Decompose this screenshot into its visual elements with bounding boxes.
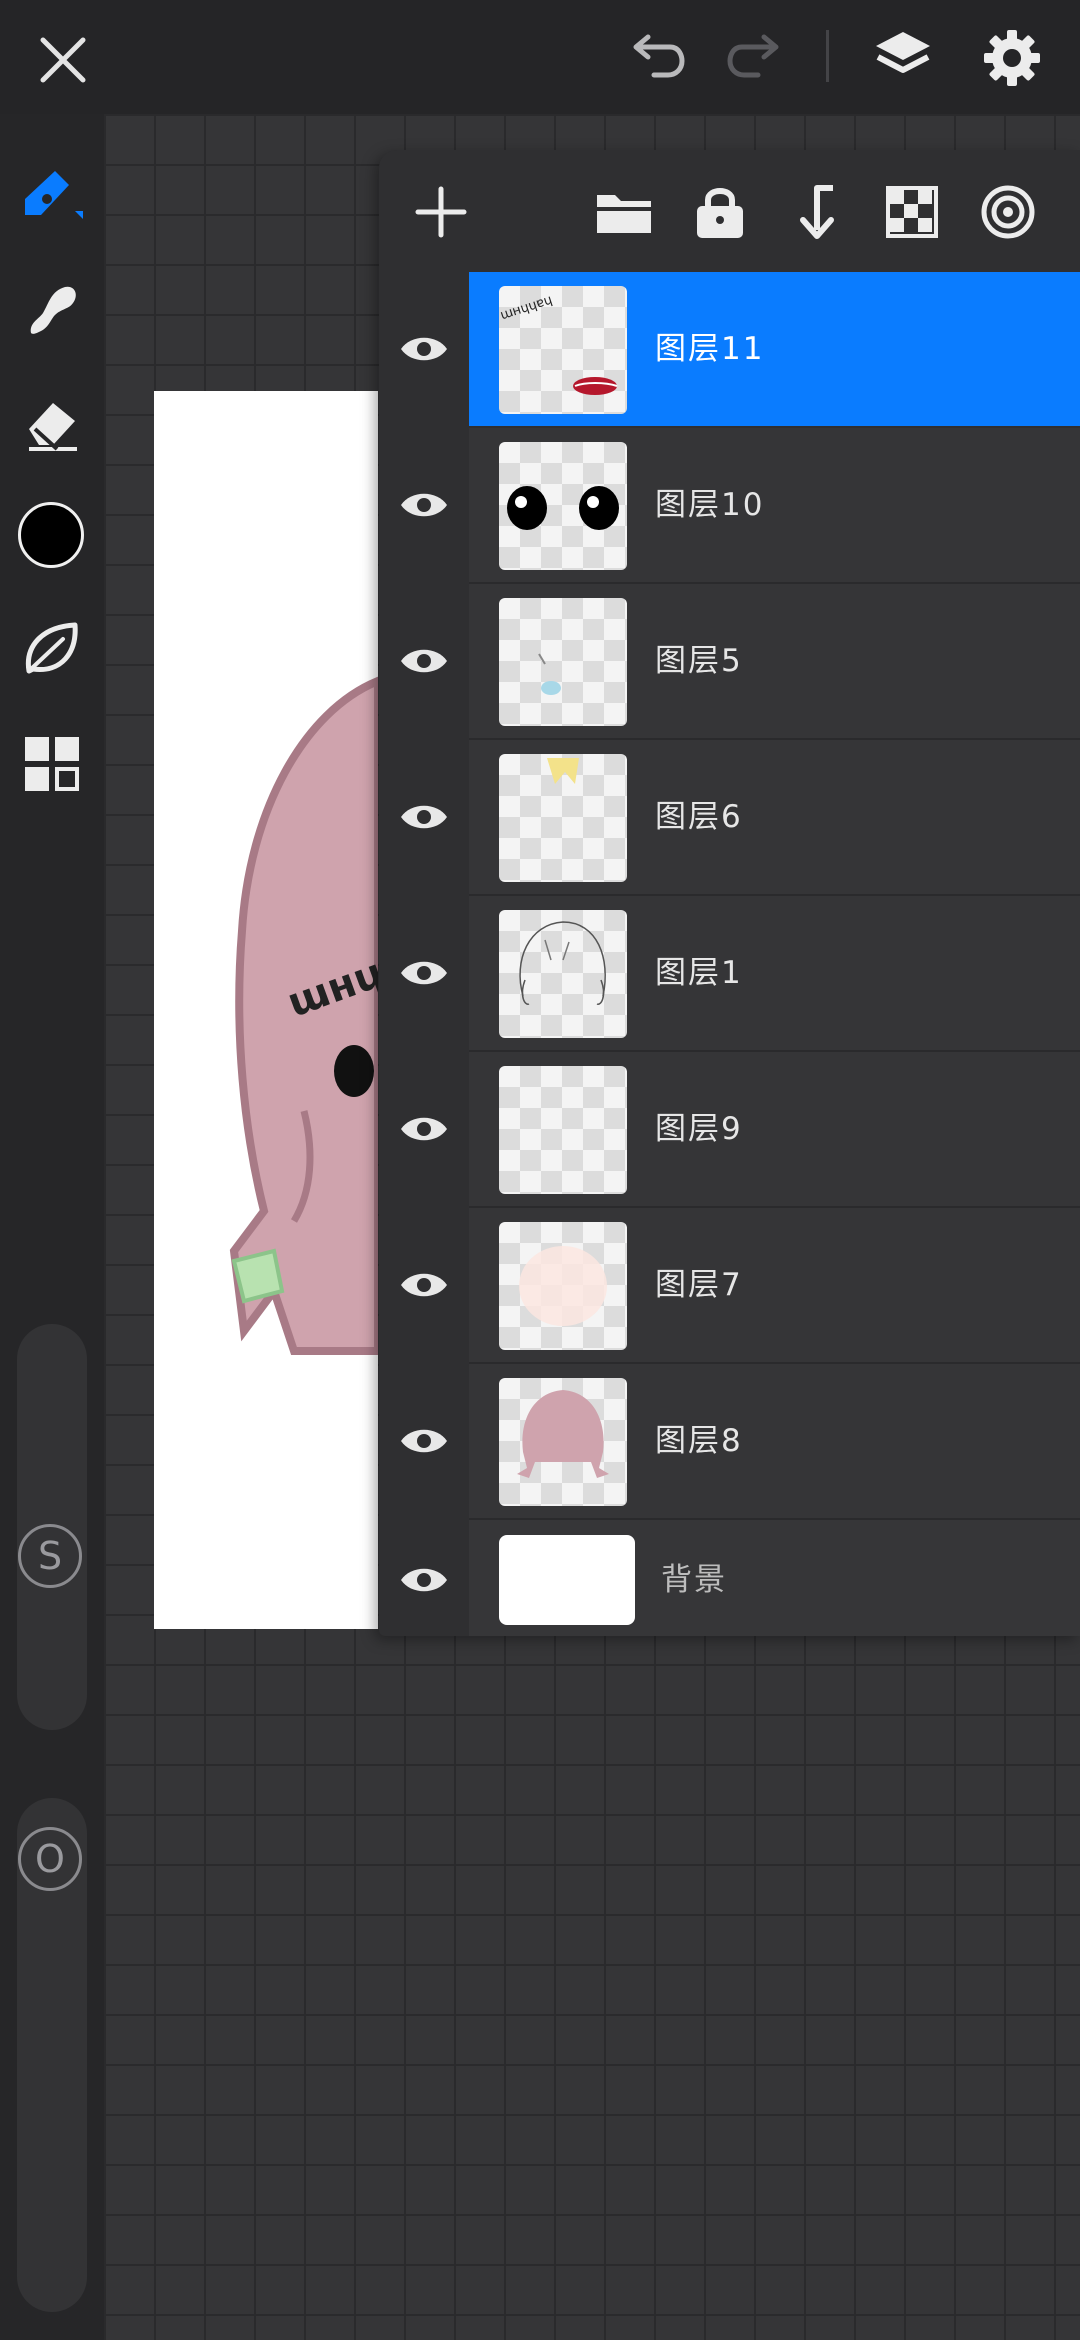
visibility-toggle[interactable]: [379, 428, 469, 582]
layer-thumbnail: [499, 1378, 627, 1506]
smudge-icon[interactable]: [14, 272, 90, 348]
layers-panel: ɯнɥɥɐɥ 图层11 图层10 图层5 图层6 图层1 图层9 图层7 图层8…: [379, 150, 1080, 1636]
redo-icon[interactable]: [720, 28, 792, 88]
merge-down-icon[interactable]: [784, 180, 848, 244]
layer-name: 图层11: [655, 331, 765, 367]
layer-thumbnail: [499, 754, 627, 882]
visibility-toggle[interactable]: [379, 896, 469, 1050]
artwork: [229, 676, 378, 1355]
size-slider-handle[interactable]: S: [18, 1524, 82, 1588]
visibility-toggle[interactable]: [379, 1208, 469, 1362]
visibility-toggle[interactable]: [379, 272, 469, 426]
visibility-toggle[interactable]: [379, 740, 469, 894]
lock-icon[interactable]: [688, 180, 752, 244]
checker-icon[interactable]: [880, 180, 944, 244]
layer-name: 图层10: [655, 487, 765, 523]
eraser-icon[interactable]: [14, 386, 90, 462]
eye-icon: [401, 1568, 447, 1592]
layer-name: 图层1: [655, 955, 743, 991]
layer-thumbnail: [499, 598, 627, 726]
plus-icon[interactable]: [409, 180, 473, 244]
layer-row[interactable]: 图层9: [379, 1052, 1080, 1208]
visibility-toggle[interactable]: [379, 1520, 469, 1636]
leaf-icon[interactable]: [14, 610, 90, 686]
layer-row[interactable]: 图层8: [379, 1364, 1080, 1520]
eye-icon: [401, 649, 447, 673]
eye-icon: [401, 1117, 447, 1141]
document-canvas[interactable]: ɯнɥɥɐɥ: [154, 391, 378, 1629]
eye-icon: [401, 337, 447, 361]
layers-panel-toolbar: [379, 150, 1080, 272]
layer-name: 背景: [661, 1562, 727, 1598]
brush-icon[interactable]: [14, 156, 90, 232]
visibility-toggle[interactable]: [379, 1364, 469, 1518]
layer-name: 图层9: [655, 1111, 743, 1147]
layer-thumbnail: [499, 1535, 635, 1625]
layer-row[interactable]: 图层5: [379, 584, 1080, 740]
visibility-toggle[interactable]: [379, 584, 469, 738]
eye-icon: [401, 1273, 447, 1297]
eye-icon: [401, 961, 447, 985]
layer-name: 图层7: [655, 1267, 743, 1303]
layer-name: 图层8: [655, 1423, 743, 1459]
target-icon[interactable]: [976, 180, 1040, 244]
opacity-slider-handle[interactable]: O: [18, 1827, 82, 1891]
grid-icon[interactable]: [14, 726, 90, 802]
top-toolbar: [0, 0, 1080, 114]
layer-name: 图层5: [655, 643, 743, 679]
eye-icon: [401, 805, 447, 829]
layers-icon[interactable]: [868, 22, 938, 92]
layer-thumbnail: [499, 910, 627, 1038]
color-swatch[interactable]: [18, 502, 84, 568]
tool-sidebar: S O: [0, 114, 104, 2340]
layer-thumbnail: [499, 1066, 627, 1194]
svg-text:ɯнɥɥɐɥ: ɯнɥɥɐɥ: [499, 293, 554, 324]
layer-row[interactable]: 图层10: [379, 428, 1080, 584]
topbar-divider: [826, 30, 829, 82]
layer-row[interactable]: ɯнɥɥɐɥ 图层11: [379, 272, 1080, 426]
layer-row[interactable]: 图层1: [379, 896, 1080, 1052]
layer-thumbnail: ɯнɥɥɐɥ: [499, 286, 627, 414]
eye-icon: [401, 1429, 447, 1453]
gear-icon[interactable]: [976, 22, 1048, 94]
close-icon[interactable]: [24, 24, 102, 96]
layer-row[interactable]: 图层7: [379, 1208, 1080, 1364]
eye-icon: [401, 493, 447, 517]
layer-name: 图层6: [655, 799, 743, 835]
visibility-toggle[interactable]: [379, 1052, 469, 1206]
folder-icon[interactable]: [592, 180, 656, 244]
layer-row[interactable]: 图层6: [379, 740, 1080, 896]
background-layer-row[interactable]: 背景: [379, 1520, 1080, 1636]
layer-thumbnail: [499, 1222, 627, 1350]
layer-thumbnail: [499, 442, 627, 570]
undo-icon[interactable]: [620, 28, 692, 88]
